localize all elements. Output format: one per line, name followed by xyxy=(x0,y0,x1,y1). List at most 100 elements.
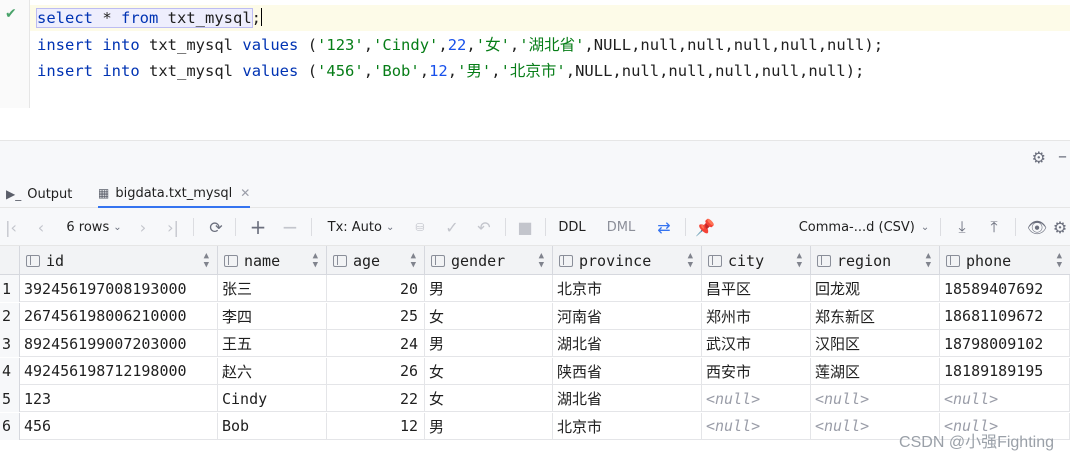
column-header-name[interactable]: name ▲ ▼ xyxy=(218,246,327,275)
row-number[interactable]: 6 xyxy=(0,412,20,440)
table-row[interactable]: 3 892456199007203000 王五 24 男湖北省 武汉市 汉阳区 1879800… xyxy=(0,330,1070,357)
panel-splitter[interactable] xyxy=(0,140,1070,180)
cell-age[interactable]: 12 xyxy=(327,412,425,440)
first-page-icon[interactable]: |‹ xyxy=(2,208,20,246)
cell-age[interactable]: 20 xyxy=(327,275,425,302)
cell-name[interactable]: Cindy xyxy=(218,385,327,412)
cell-city[interactable]: 郑州市 xyxy=(702,302,811,330)
row-number[interactable]: 5 xyxy=(0,385,20,412)
cell-city[interactable]: <null> xyxy=(702,385,811,412)
cell-name[interactable]: 张三 xyxy=(218,275,327,302)
tab-output[interactable]: ▶_ Output xyxy=(6,180,72,208)
cell-name[interactable]: 李四 xyxy=(218,302,327,330)
compare-arrows-icon[interactable]: ⇄ xyxy=(652,208,676,246)
tab-result-table[interactable]: ▦ bigdata.txt_mysql ✕ xyxy=(98,180,251,208)
cell-id[interactable]: 267456198006210000 xyxy=(20,302,218,330)
upload-icon[interactable]: ⤒ xyxy=(984,208,1004,246)
cell-name[interactable]: 赵六 xyxy=(218,357,327,385)
row-number[interactable]: 1 xyxy=(0,275,20,302)
cell-region[interactable]: 回龙观 xyxy=(811,275,940,302)
cell-age[interactable]: 24 xyxy=(327,330,425,357)
cell-gender[interactable]: 女 xyxy=(425,302,553,330)
sort-icon[interactable]: ▲ ▼ xyxy=(539,251,544,270)
row-number[interactable]: 4 xyxy=(0,357,20,385)
cell-gender[interactable]: 男 xyxy=(425,412,553,440)
cell-city[interactable]: 西安市 xyxy=(702,357,811,385)
gear-icon[interactable]: ⚙ xyxy=(1032,148,1046,167)
column-header-city[interactable]: city ▲ ▼ xyxy=(702,246,811,275)
cell-name[interactable]: Bob xyxy=(218,412,327,440)
cell-province[interactable]: 北京市 xyxy=(553,275,702,302)
column-header-phone[interactable]: phone ▲ ▼ xyxy=(940,246,1070,275)
cell-age[interactable]: 22 xyxy=(327,385,425,412)
cell-region[interactable]: <null> xyxy=(811,385,940,412)
last-page-icon[interactable]: ›| xyxy=(164,208,182,246)
rows-count-dropdown[interactable]: 6 rows ⌄ xyxy=(62,208,126,246)
cell-city[interactable]: 武汉市 xyxy=(702,330,811,357)
cell-city[interactable]: <null> xyxy=(702,412,811,440)
submit-check-icon[interactable]: ✓ xyxy=(442,208,462,246)
cell-province[interactable]: 河南省 xyxy=(553,302,702,330)
cell-gender[interactable]: 男 xyxy=(425,275,553,302)
column-header-gender[interactable]: gender ▲ ▼ xyxy=(425,246,553,275)
cell-id[interactable]: 456 xyxy=(20,412,218,440)
refresh-icon[interactable]: ⟳ xyxy=(206,208,226,246)
cell-province[interactable]: 陕西省 xyxy=(553,357,702,385)
row-number[interactable]: 2 xyxy=(0,302,20,330)
code-line-1[interactable]: select * from txt_mysql; xyxy=(36,5,262,31)
cell-region[interactable]: 莲湖区 xyxy=(811,357,940,385)
minimize-icon[interactable]: – xyxy=(1058,146,1067,167)
table-row[interactable]: 2 267456198006210000 李四 25 女河南省 郑州市 郑东新区 186811… xyxy=(0,302,1070,330)
cell-region[interactable]: 汉阳区 xyxy=(811,330,940,357)
cell-phone[interactable]: 18681109672 xyxy=(940,302,1070,330)
column-header-region[interactable]: region ▲ ▼ xyxy=(811,246,940,275)
sort-icon[interactable]: ▲ ▼ xyxy=(411,251,416,270)
cell-gender[interactable]: 女 xyxy=(425,357,553,385)
close-icon[interactable]: ✕ xyxy=(240,186,250,200)
code-line-3[interactable]: insert into txt_mysql values ('456','Bob… xyxy=(37,58,864,84)
cell-id[interactable]: 892456199007203000 xyxy=(20,330,218,357)
cell-age[interactable]: 25 xyxy=(327,302,425,330)
ddl-button[interactable]: DDL xyxy=(555,208,589,246)
pin-icon[interactable]: 📌 xyxy=(695,208,715,246)
sort-icon[interactable]: ▲ ▼ xyxy=(797,251,802,270)
export-format-dropdown[interactable]: Comma-...d (CSV) ⌄ xyxy=(795,208,933,246)
cell-province[interactable]: 湖北省 xyxy=(553,330,702,357)
cell-gender[interactable]: 男 xyxy=(425,330,553,357)
code-line-2[interactable]: insert into txt_mysql values ('123','Cin… xyxy=(37,32,883,58)
sort-icon[interactable]: ▲ ▼ xyxy=(313,251,318,270)
cell-gender[interactable]: 女 xyxy=(425,385,553,412)
cell-province[interactable]: 北京市 xyxy=(553,412,702,440)
delete-row-icon[interactable]: − xyxy=(280,208,300,246)
cell-phone[interactable]: 18798009102 xyxy=(940,330,1070,357)
transaction-mode-dropdown[interactable]: Tx: Auto ⌄ xyxy=(322,208,400,246)
next-page-icon[interactable]: › xyxy=(134,208,152,246)
db-commit-icon[interactable]: ⛁ xyxy=(410,208,430,246)
cell-id[interactable]: 392456197008193000 xyxy=(20,275,218,302)
cell-region[interactable]: 郑东新区 xyxy=(811,302,940,330)
column-header-province[interactable]: province ▲ ▼ xyxy=(553,246,702,275)
sql-editor[interactable]: ✔ select * from txt_mysql; insert into t… xyxy=(0,0,1070,140)
table-row[interactable]: 5 123 Cindy 22 女湖北省 <null> <null> <null> xyxy=(0,385,1070,412)
table-row[interactable]: 1 392456197008193000 张三 20 男北京市 昌平区 回龙观 1858940… xyxy=(0,275,1070,302)
add-row-icon[interactable]: + xyxy=(248,208,268,246)
cell-phone[interactable]: 18589407692 xyxy=(940,275,1070,302)
cell-city[interactable]: 昌平区 xyxy=(702,275,811,302)
column-header-age[interactable]: age ▲ ▼ xyxy=(327,246,425,275)
sort-icon[interactable]: ▲ ▼ xyxy=(688,251,693,270)
cell-phone[interactable]: 18189189195 xyxy=(940,357,1070,385)
rollback-icon[interactable]: ↶ xyxy=(474,208,494,246)
result-grid[interactable]: id ▲ ▼ name ▲ ▼ age ▲ ▼ gender ▲ ▼ province ▲ ▼ ci… xyxy=(0,246,1070,460)
cell-province[interactable]: 湖北省 xyxy=(553,385,702,412)
cell-id[interactable]: 123 xyxy=(20,385,218,412)
table-row[interactable]: 4 492456198712198000 赵六 26 女陕西省 西安市 莲湖区 1818918… xyxy=(0,357,1070,385)
gear-icon[interactable]: ⚙ xyxy=(1053,208,1067,246)
cell-id[interactable]: 492456198712198000 xyxy=(20,357,218,385)
cell-phone[interactable]: <null> xyxy=(940,385,1070,412)
dml-button[interactable]: DML xyxy=(604,208,638,246)
cell-name[interactable]: 王五 xyxy=(218,330,327,357)
sort-icon[interactable]: ▲ ▼ xyxy=(1057,251,1062,270)
sort-icon[interactable]: ▲ ▼ xyxy=(926,251,931,270)
eye-icon[interactable]: 👁 xyxy=(1026,208,1048,246)
sort-icon[interactable]: ▲ ▼ xyxy=(204,251,209,270)
